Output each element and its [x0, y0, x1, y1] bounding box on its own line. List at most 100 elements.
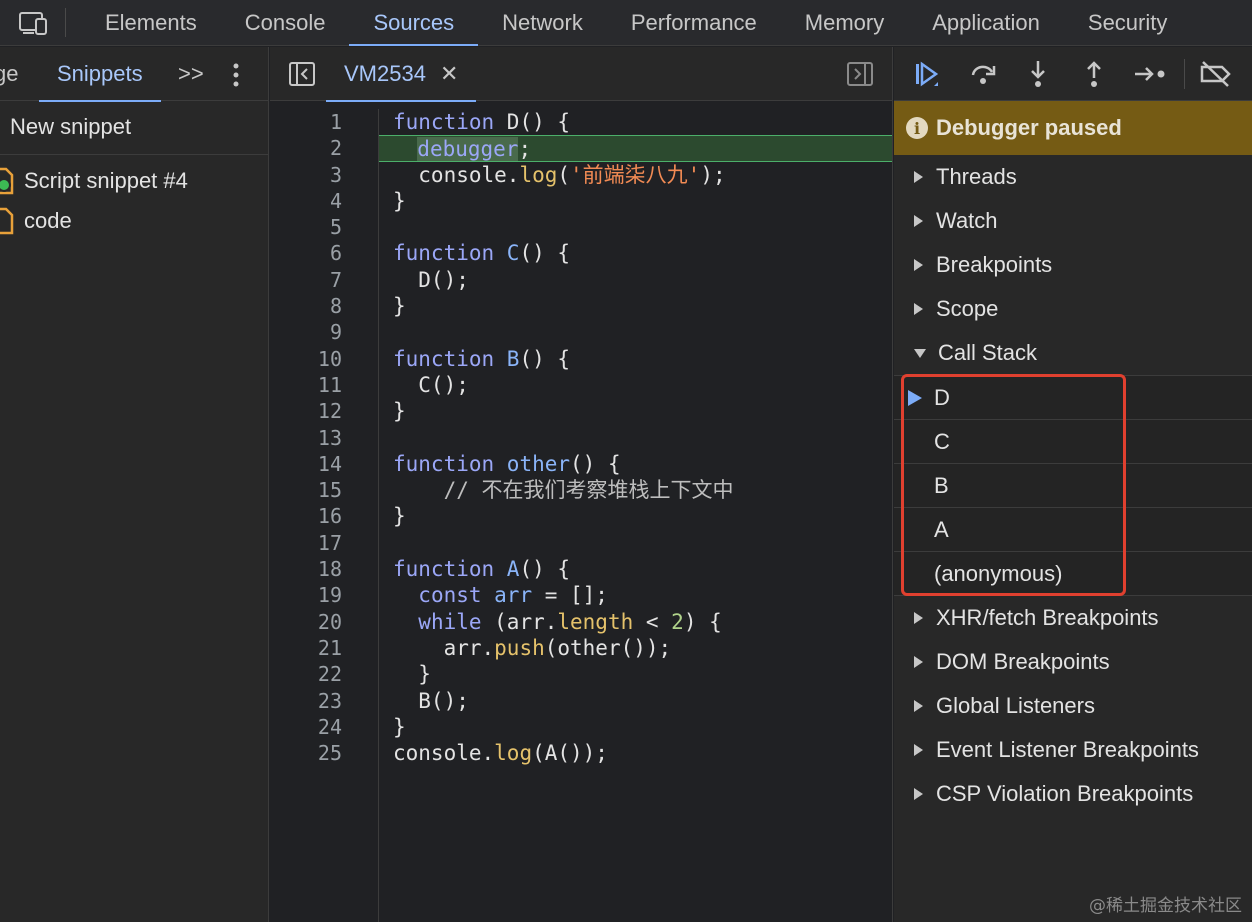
code-line[interactable]: } — [380, 398, 892, 424]
code-line[interactable]: console.log('前端柒八九'); — [380, 162, 892, 188]
code-line[interactable]: } — [380, 661, 892, 687]
line-number[interactable]: 15 — [270, 477, 378, 503]
resume-icon[interactable] — [912, 59, 942, 89]
step-into-icon[interactable] — [1023, 59, 1053, 89]
line-number[interactable]: 3 — [270, 162, 378, 188]
tab-elements[interactable]: Elements — [66, 0, 221, 45]
line-number-gutter[interactable]: 1 2 3 4 5 6 7 8 9 10 11 12 13 14 15 16 1… — [270, 109, 379, 922]
code-line[interactable]: function B() { — [380, 346, 892, 372]
frame-label: (anonymous) — [934, 560, 1063, 586]
code-line[interactable] — [380, 530, 892, 556]
property: log — [494, 741, 533, 766]
code-line[interactable] — [380, 214, 892, 240]
line-number[interactable]: 10 — [270, 346, 378, 372]
code-line[interactable]: C(); — [380, 372, 892, 398]
step-out-icon[interactable] — [1079, 59, 1109, 89]
line-number[interactable]: 25 — [270, 740, 378, 766]
toggle-navigator-icon[interactable] — [288, 61, 316, 87]
tab-network[interactable]: Network — [478, 0, 607, 45]
line-number[interactable]: 19 — [270, 582, 378, 608]
section-label: CSP Violation Breakpoints — [936, 781, 1194, 806]
line-number[interactable]: 6 — [270, 240, 378, 266]
property: log — [519, 162, 558, 187]
code-line[interactable]: function D() { — [380, 109, 892, 135]
line-number[interactable]: 13 — [270, 425, 378, 451]
snippet-item[interactable]: code — [0, 201, 268, 241]
tab-memory[interactable]: Memory — [781, 0, 908, 45]
code-line[interactable]: } — [380, 188, 892, 214]
keyword: function — [393, 451, 495, 476]
code-line[interactable]: } — [380, 714, 892, 740]
line-number[interactable]: 5 — [270, 214, 378, 240]
line-number[interactable]: 22 — [270, 661, 378, 687]
code-line[interactable]: arr.push(other()); — [380, 635, 892, 661]
call-frame[interactable]: B — [894, 464, 1252, 508]
line-number[interactable]: 17 — [270, 530, 378, 556]
code-line[interactable]: } — [380, 293, 892, 319]
snippet-item[interactable]: Script snippet #4 — [0, 161, 268, 201]
line-number[interactable]: 9 — [270, 319, 378, 345]
code-line[interactable]: function A() { — [380, 556, 892, 582]
deactivate-breakpoints-icon[interactable] — [1198, 59, 1234, 89]
line-number[interactable]: 8 — [270, 293, 378, 319]
section-event-listener-breakpoints[interactable]: Event Listener Breakpoints — [894, 728, 1252, 772]
line-number[interactable]: 18 — [270, 556, 378, 582]
code-line[interactable]: D(); — [380, 267, 892, 293]
code-lines[interactable]: function D() { debugger; console.log('前端… — [379, 109, 892, 766]
code-line[interactable]: console.log(A()); — [380, 740, 892, 766]
step-over-icon[interactable] — [968, 59, 998, 89]
tab-performance[interactable]: Performance — [607, 0, 781, 45]
section-watch[interactable]: Watch — [894, 199, 1252, 243]
line-number[interactable]: 23 — [270, 688, 378, 714]
call-frame[interactable]: (anonymous) — [894, 552, 1252, 596]
code-line[interactable]: while (arr.length < 2) { — [380, 609, 892, 635]
section-csp-violation-breakpoints[interactable]: CSP Violation Breakpoints — [894, 772, 1252, 816]
line-number[interactable]: 14 — [270, 451, 378, 477]
code-line[interactable] — [380, 319, 892, 345]
new-snippet-button[interactable]: New snippet — [0, 101, 268, 155]
close-icon[interactable]: ✕ — [440, 61, 458, 87]
line-number[interactable]: 1 — [270, 109, 378, 135]
section-xhr-breakpoints[interactable]: XHR/fetch Breakpoints — [894, 596, 1252, 640]
tab-sources[interactable]: Sources — [349, 0, 478, 46]
call-frame[interactable]: A — [894, 508, 1252, 552]
tab-application[interactable]: Application — [908, 0, 1064, 45]
section-scope[interactable]: Scope — [894, 287, 1252, 331]
code-area[interactable]: 1 2 3 4 5 6 7 8 9 10 11 12 13 14 15 16 1… — [270, 101, 892, 922]
line-number[interactable]: 21 — [270, 635, 378, 661]
code-line-paused[interactable]: debugger; — [379, 135, 892, 162]
tab-snippets[interactable]: Snippets — [39, 47, 161, 102]
code-line[interactable]: const arr = []; — [380, 582, 892, 608]
code-line[interactable]: } — [380, 503, 892, 529]
section-breakpoints[interactable]: Breakpoints — [894, 243, 1252, 287]
code-line[interactable] — [380, 425, 892, 451]
line-number[interactable]: 24 — [270, 714, 378, 740]
tab-console[interactable]: Console — [221, 0, 350, 45]
section-global-listeners[interactable]: Global Listeners — [894, 684, 1252, 728]
line-number[interactable]: 7 — [270, 267, 378, 293]
line-number[interactable]: 2 — [270, 135, 378, 161]
file-tab-vm2534[interactable]: VM2534 ✕ — [326, 47, 477, 102]
line-number[interactable]: 20 — [270, 609, 378, 635]
more-tabs-chevron-icon[interactable]: >> — [178, 61, 204, 87]
device-toolbar-icon[interactable] — [0, 8, 66, 37]
line-number[interactable]: 4 — [270, 188, 378, 214]
section-threads[interactable]: Threads — [894, 155, 1252, 199]
code-comment[interactable]: // 不在我们考察堆栈上下文中 — [380, 477, 892, 503]
code-line[interactable]: function C() { — [380, 240, 892, 266]
tab-page[interactable]: ge — [0, 61, 18, 87]
line-number[interactable]: 16 — [270, 503, 378, 529]
section-label: Watch — [936, 208, 998, 233]
line-number[interactable]: 12 — [270, 398, 378, 424]
tab-security[interactable]: Security — [1064, 0, 1191, 45]
section-dom-breakpoints[interactable]: DOM Breakpoints — [894, 640, 1252, 684]
code-line[interactable]: B(); — [380, 688, 892, 714]
step-icon[interactable] — [1132, 59, 1168, 89]
toggle-debugger-icon[interactable] — [846, 61, 874, 87]
call-frame[interactable]: D — [894, 376, 1252, 420]
call-frame[interactable]: C — [894, 420, 1252, 464]
section-call-stack[interactable]: Call Stack — [894, 331, 1252, 375]
line-number[interactable]: 11 — [270, 372, 378, 398]
code-line[interactable]: function other() { — [380, 451, 892, 477]
kebab-menu-icon[interactable] — [228, 61, 244, 89]
